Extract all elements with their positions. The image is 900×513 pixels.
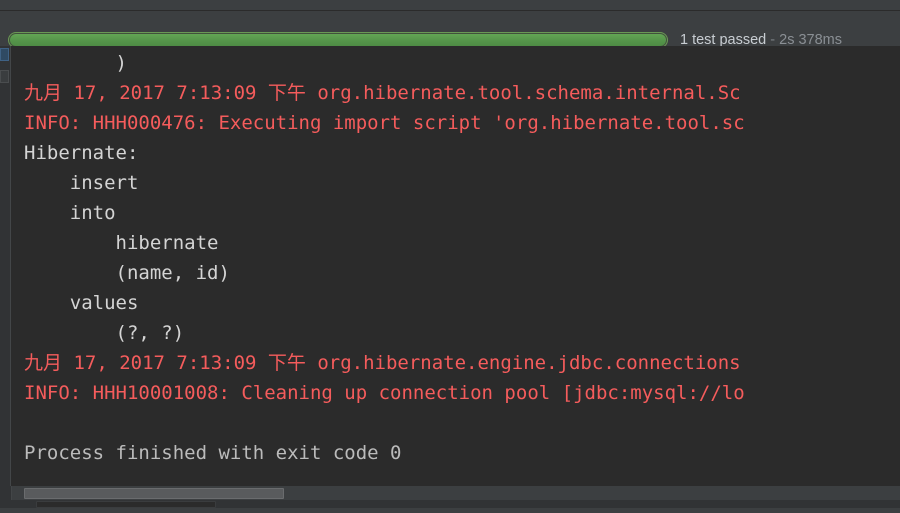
gutter-marker-icon[interactable]	[0, 48, 9, 61]
console-line: (name, id)	[24, 262, 242, 284]
console-line: insert	[24, 172, 150, 194]
gutter-fold-icon[interactable]	[0, 70, 9, 83]
console-text-area[interactable]: ) 九月 17, 2017 7:13:09 下午 org.hibernate.to…	[12, 46, 900, 486]
console-horizontal-scrollbar[interactable]	[0, 486, 900, 500]
run-console-window: 1 test passed - 2s 378ms ) 九月 17, 2017 7:…	[0, 0, 900, 513]
console-output-panel[interactable]: ) 九月 17, 2017 7:13:09 下午 org.hibernate.to…	[0, 46, 900, 486]
console-scrollbar-thumb[interactable]	[24, 488, 284, 499]
outer-scrollbar-thumb[interactable]	[36, 501, 216, 508]
toolbar-strip	[0, 0, 900, 11]
window-bottom-edge	[0, 508, 900, 513]
scrollbar-gutter-spacer	[0, 486, 12, 500]
console-line: 九月 17, 2017 7:13:09 下午 org.hibernate.eng…	[24, 352, 741, 374]
console-line: INFO: HHH000476: Executing import script…	[24, 112, 745, 134]
test-progress-fill	[10, 34, 666, 46]
console-gutter	[0, 46, 11, 486]
console-line: INFO: HHH10001008: Cleaning up connectio…	[24, 382, 745, 404]
test-status-row: 1 test passed - 2s 378ms	[0, 12, 900, 48]
console-line: )	[24, 52, 127, 74]
console-line: Process finished with exit code 0	[24, 442, 402, 464]
console-line: values	[24, 292, 139, 314]
console-line: Hibernate:	[24, 142, 150, 164]
console-line: into	[24, 202, 116, 224]
console-line: 九月 17, 2017 7:13:09 下午 org.hibernate.too…	[24, 82, 741, 104]
console-line: hibernate	[24, 232, 219, 254]
console-line: (?, ?)	[24, 322, 185, 344]
